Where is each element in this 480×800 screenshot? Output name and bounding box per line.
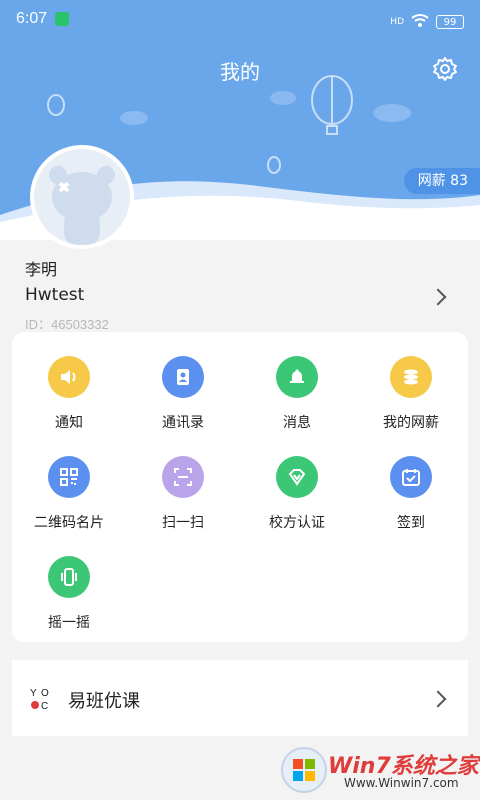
status-time: 6:07 — [16, 10, 48, 27]
grid-label: 签到 — [397, 515, 425, 531]
wifi-icon — [411, 12, 429, 31]
grid-label: 消息 — [283, 415, 311, 431]
user-school[interactable]: Hwtest — [25, 285, 84, 305]
status-icons: HD 99 — [390, 12, 464, 31]
coins-icon — [390, 356, 432, 398]
feature-grid: 通知 通讯录 消息 我的网薪 二维码名片 扫一扫 校方认证 签到 摇一摇 — [12, 332, 468, 642]
grid-item-messages[interactable]: 消息 — [240, 356, 354, 432]
grid-item-qr-card[interactable]: 二维码名片 — [12, 456, 126, 532]
windows-logo-icon — [281, 747, 327, 793]
grid-label: 校方认证 — [269, 515, 325, 531]
battery-icon: 99 — [436, 14, 464, 29]
call-icon — [55, 12, 69, 26]
calendar-check-icon — [390, 456, 432, 498]
contacts-icon — [162, 356, 204, 398]
grid-item-notify[interactable]: 通知 — [12, 356, 126, 432]
grid-item-contacts[interactable]: 通讯录 — [126, 356, 240, 432]
watermark-logo: Win7系统之家 Www.Winwin7.com — [280, 740, 480, 800]
grid-label: 通讯录 — [162, 415, 204, 431]
user-id: ID：46503332 — [25, 317, 109, 332]
grid-label: 扫一扫 — [162, 515, 204, 531]
hd-signal-icon: HD — [390, 16, 404, 27]
diamond-icon — [276, 456, 318, 498]
course-entry[interactable]: Y O C 易班优课 — [12, 660, 468, 736]
grid-label: 我的网薪 — [383, 415, 439, 431]
grid-item-verify[interactable]: 校方认证 — [240, 456, 354, 532]
wallet-badge[interactable]: 网薪 83 — [403, 168, 480, 194]
grid-label: 通知 — [55, 415, 83, 431]
grid-item-wallet[interactable]: 我的网薪 — [354, 356, 468, 432]
watermark-url: Www.Winwin7.com — [344, 776, 459, 790]
course-label: 易班优课 — [68, 691, 140, 712]
status-bar: 6:07 HD 99 — [0, 0, 480, 40]
grid-item-scan[interactable]: 扫一扫 — [126, 456, 240, 532]
bear-avatar-icon — [49, 166, 115, 245]
speaker-icon — [48, 356, 90, 398]
grid-item-checkin[interactable]: 签到 — [354, 456, 468, 532]
profile-chevron-icon[interactable] — [429, 288, 447, 306]
scan-icon — [162, 456, 204, 498]
course-chevron-icon — [429, 690, 447, 708]
avatar[interactable] — [30, 145, 134, 249]
svg-text:C: C — [41, 701, 48, 712]
gear-icon[interactable] — [432, 56, 458, 82]
svg-text:Y: Y — [30, 688, 37, 699]
page-title: 我的 — [220, 60, 260, 84]
grid-item-shake[interactable]: 摇一摇 — [12, 556, 126, 632]
grid-label: 摇一摇 — [48, 615, 90, 631]
shake-phone-icon — [48, 556, 90, 598]
user-name: 李明 — [25, 260, 58, 279]
qr-code-icon — [48, 456, 90, 498]
grid-label: 二维码名片 — [34, 515, 104, 531]
bell-icon — [276, 356, 318, 398]
svg-text:O: O — [41, 688, 49, 699]
yoc-logo-icon: Y O C — [30, 686, 56, 712]
